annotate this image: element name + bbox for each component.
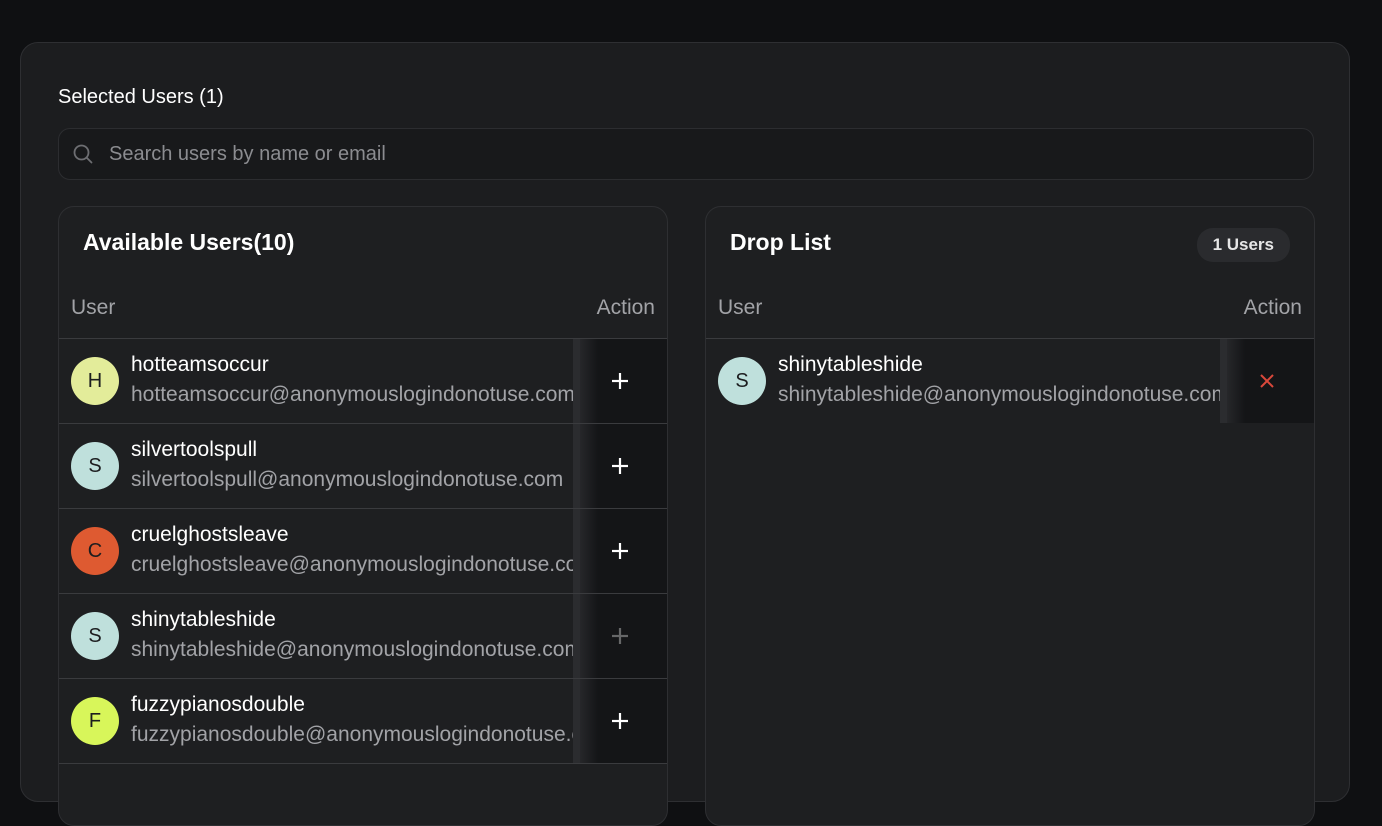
action-cell — [573, 509, 667, 593]
available-users-title: Available Users(10) — [83, 229, 295, 255]
user-name: shinytableshide — [778, 353, 923, 376]
search-bar[interactable] — [58, 128, 1314, 180]
avatar: S — [718, 357, 766, 405]
table-row: H hotteamsoccur hotteamsoccur@anonymousl… — [59, 339, 667, 424]
table-row: F fuzzypianosdouble fuzzypianosdouble@an… — [59, 679, 667, 764]
user-email: shinytableshide@anonymouslogindonotuse.c… — [778, 383, 1228, 406]
remove-user-button[interactable] — [1247, 361, 1287, 401]
avatar: F — [71, 697, 119, 745]
avatar: S — [71, 612, 119, 660]
available-users-list: H hotteamsoccur hotteamsoccur@anonymousl… — [59, 339, 667, 764]
plus-icon — [612, 628, 628, 644]
avatar: H — [71, 357, 119, 405]
plus-icon — [612, 543, 628, 559]
avatar: C — [71, 527, 119, 575]
user-name: cruelghostsleave — [131, 523, 289, 546]
user-name: silvertoolspull — [131, 438, 258, 461]
drop-list-title: Drop List — [730, 229, 831, 255]
column-header-action: Action — [1243, 296, 1302, 319]
column-header-user: User — [71, 296, 116, 319]
user-name: fuzzypianosdouble — [131, 693, 305, 716]
avatar: S — [71, 442, 119, 490]
user-selection-card: Selected Users (1) Available Users(10) U… — [20, 42, 1350, 826]
search-icon — [71, 142, 95, 166]
drop-list-panel: Drop List 1 Users User Action S shinytab… — [705, 206, 1315, 826]
users-count-badge: 1 Users — [1196, 228, 1290, 262]
user-name: shinytableshide — [131, 608, 276, 631]
table-row: S shinytableshide shinytableshide@anonym… — [706, 339, 1314, 424]
table-header: User Action — [706, 279, 1314, 339]
user-email: shinytableshide@anonymouslogindonotuse.c… — [131, 638, 581, 661]
table-row: C cruelghostsleave cruelghostsleave@anon… — [59, 509, 667, 594]
add-user-button[interactable] — [600, 531, 640, 571]
plus-icon — [612, 713, 628, 729]
action-cell — [573, 594, 667, 678]
column-header-action: Action — [596, 296, 655, 319]
action-cell — [573, 679, 667, 763]
plus-icon — [612, 458, 628, 474]
plus-icon — [612, 373, 628, 389]
close-icon — [1260, 374, 1274, 388]
table-header: User Action — [59, 279, 667, 339]
action-cell — [573, 424, 667, 508]
drop-list-users: S shinytableshide shinytableshide@anonym… — [706, 339, 1314, 424]
user-email: hotteamsoccur@anonymouslogindonotuse.com — [131, 383, 575, 406]
add-user-button[interactable] — [600, 361, 640, 401]
table-row: S shinytableshide shinytableshide@anonym… — [59, 594, 667, 679]
user-name: hotteamsoccur — [131, 353, 269, 376]
table-row: S silvertoolspull silvertoolspull@anonym… — [59, 424, 667, 509]
add-user-button-disabled[interactable] — [600, 616, 640, 656]
user-email: silvertoolspull@anonymouslogindonotuse.c… — [131, 468, 564, 491]
search-input[interactable] — [107, 141, 1211, 167]
user-email: cruelghostsleave@anonymouslogindonotuse.… — [131, 553, 581, 576]
action-cell — [573, 339, 667, 423]
user-email: fuzzypianosdouble@anonymouslogindonotuse… — [131, 723, 581, 746]
add-user-button[interactable] — [600, 446, 640, 486]
column-header-user: User — [718, 296, 763, 319]
available-users-panel: Available Users(10) User Action H hottea… — [58, 206, 668, 826]
action-cell — [1220, 339, 1314, 423]
selected-users-label: Selected Users (1) — [58, 86, 224, 108]
add-user-button[interactable] — [600, 701, 640, 741]
